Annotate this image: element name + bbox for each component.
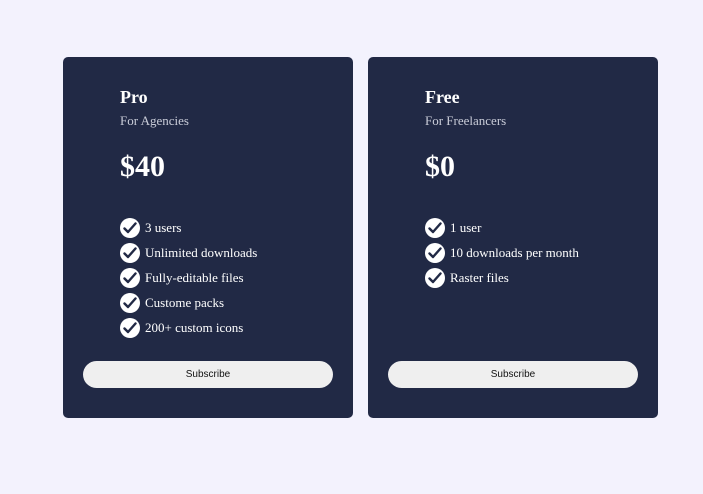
check-circle-icon [120, 292, 140, 313]
feature-item: 1 user [425, 215, 579, 240]
pricing-card-pro: Pro For Agencies $40 3 users Unlimited d… [63, 57, 353, 418]
check-circle-icon [425, 267, 445, 288]
feature-text: Raster files [450, 269, 509, 285]
feature-list: 3 users Unlimited downloads Fully-editab… [120, 215, 257, 340]
feature-text: Custome packs [145, 294, 225, 310]
feature-text: 10 downloads per month [450, 244, 579, 260]
feature-item: Unlimited downloads [120, 240, 257, 265]
feature-item: Raster files [425, 265, 579, 290]
plan-name: Pro [120, 87, 148, 107]
feature-list: 1 user 10 downloads per month Raster fil… [425, 215, 579, 290]
check-circle-icon [120, 317, 140, 338]
plan-name: Free [425, 87, 460, 107]
feature-text: Unlimited downloads [145, 244, 258, 260]
pricing-card-free: Free For Freelancers $0 1 user 10 downlo… [368, 57, 658, 418]
pricing-page: Pro For Agencies $40 3 users Unlimited d… [0, 0, 703, 494]
plan-subtitle: For Freelancers [425, 113, 507, 128]
check-circle-icon [120, 217, 140, 238]
feature-text: Fully-editable files [145, 269, 244, 285]
plan-subtitle: For Agencies [120, 113, 189, 128]
feature-text: 1 user [450, 219, 482, 235]
check-circle-icon [120, 242, 140, 263]
check-circle-icon [425, 242, 445, 263]
feature-item: Fully-editable files [120, 265, 257, 290]
subscribe-button-pro[interactable]: Subscribe [83, 361, 333, 388]
check-circle-icon [425, 217, 445, 238]
plan-price: $0 [425, 150, 455, 183]
subscribe-button-free[interactable]: Subscribe [388, 361, 638, 388]
feature-text: 200+ custom icons [145, 319, 244, 335]
plan-price: $40 [120, 150, 165, 183]
check-circle-icon [120, 267, 140, 288]
feature-text: 3 users [145, 219, 182, 235]
feature-item: 200+ custom icons [120, 315, 257, 340]
feature-item: Custome packs [120, 290, 257, 315]
feature-item: 3 users [120, 215, 257, 240]
feature-item: 10 downloads per month [425, 240, 579, 265]
